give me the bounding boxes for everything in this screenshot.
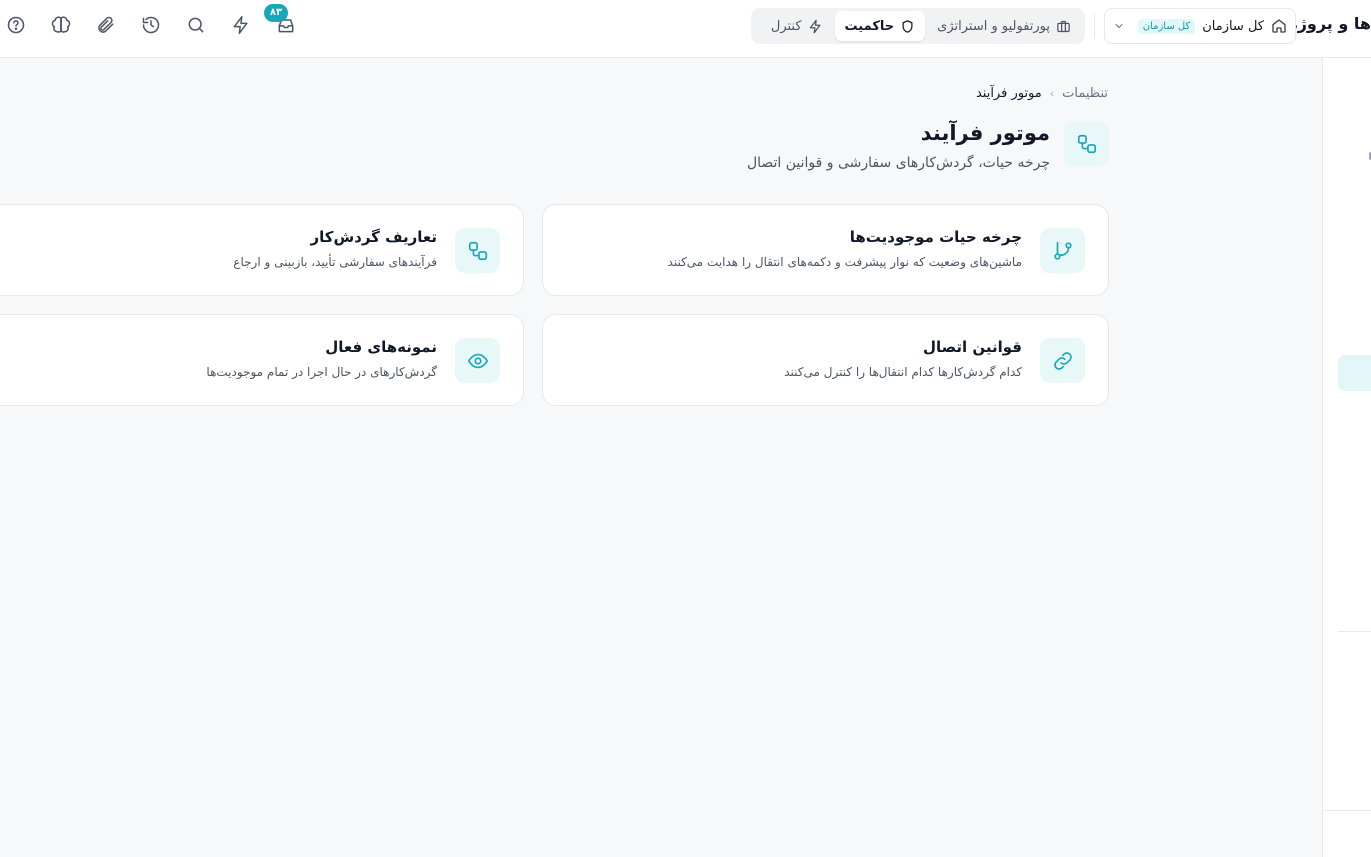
- zap-icon: [233, 15, 248, 35]
- zap-icon: [809, 19, 821, 33]
- card-workflow-definitions[interactable]: تعاریف گردش‌کار فرآیندهای سفارشی تأیید، …: [0, 204, 524, 296]
- search-button[interactable]: [186, 15, 206, 35]
- card-icon: [455, 338, 500, 383]
- sidebar-footer-divider: [1323, 810, 1371, 811]
- scope-label: کل سازمان: [1202, 18, 1264, 34]
- header-divider: [1094, 14, 1095, 38]
- page-icon: [1064, 121, 1109, 166]
- breadcrumb-settings-link[interactable]: تنظیمات: [1062, 86, 1108, 101]
- workflow-icon: [1077, 134, 1096, 153]
- quick-actions-button[interactable]: [231, 15, 251, 35]
- card-icon: [1040, 338, 1085, 383]
- search-icon: [188, 17, 204, 33]
- page-subtitle: چرخه حیات، گردش‌کارهای سفارشی و قوانین ا…: [746, 155, 1050, 171]
- link-icon: [1053, 351, 1072, 370]
- tab-control[interactable]: کنترل: [761, 11, 833, 41]
- tab-control-label: کنترل: [770, 18, 802, 34]
- git-branch-icon: [1053, 241, 1072, 260]
- card-icon: [455, 228, 500, 273]
- card-title: چرخه حیات موجودیت‌ها: [849, 228, 1022, 246]
- attachments-button[interactable]: [96, 15, 116, 35]
- scope-selector[interactable]: کل سازمان کل سازمان: [1104, 8, 1296, 44]
- paperclip-icon: [98, 16, 114, 33]
- ai-assistant-button[interactable]: [51, 15, 71, 35]
- card-description: کدام گردش‌کارها کدام انتقال‌ها را کنترل …: [784, 365, 1022, 379]
- top-bar: ها و پروژه‌ها کل سازمان کل سازمان پورتفو…: [0, 0, 1371, 58]
- card-title: تعاریف گردش‌کار: [310, 228, 437, 246]
- scope-badge: کل سازمان: [1137, 18, 1196, 34]
- card-icon: [1040, 228, 1085, 273]
- card-description: ماشین‌های وضعیت که نوار پیشرفت و دکمه‌ها…: [667, 255, 1022, 269]
- breadcrumb-current: موتور فرآیند: [975, 85, 1042, 101]
- shield-icon: [902, 19, 913, 33]
- help-button[interactable]: [6, 15, 26, 35]
- card-description: گردش‌کارهای در حال اجرا در تمام موجودیت‌…: [206, 365, 437, 379]
- sidebar-item-active[interactable]: [1338, 355, 1371, 391]
- card-description: فرآیندهای سفارشی تأیید، بازبینی و ارجاع: [233, 255, 437, 269]
- brain-icon: [51, 16, 71, 33]
- workflow-icon: [468, 241, 487, 260]
- mode-tabs: پورتفولیو و استراتژی حاکمیت کنترل: [751, 8, 1085, 44]
- help-icon: [7, 16, 25, 34]
- sidebar: [1322, 58, 1371, 857]
- history-icon: [142, 16, 160, 34]
- breadcrumb: تنظیمات › موتور فرآیند: [976, 83, 1108, 103]
- inbox-count-badge: ۸۳: [264, 4, 288, 22]
- page-title: موتور فرآیند: [920, 121, 1050, 145]
- sidebar-divider: [1338, 631, 1371, 632]
- card-entity-lifecycle[interactable]: چرخه حیات موجودیت‌ها ماشین‌های وضعیت که …: [542, 204, 1109, 296]
- history-button[interactable]: [141, 15, 161, 35]
- tab-portfolio-strategy[interactable]: پورتفولیو و استراتژی: [927, 11, 1081, 41]
- tab-portfolio-strategy-label: پورتفولیو و استراتژی: [937, 18, 1050, 34]
- eye-icon: [467, 353, 488, 368]
- tab-governance[interactable]: حاکمیت: [834, 11, 926, 41]
- card-title: نمونه‌های فعال: [325, 338, 437, 356]
- tab-governance-label: حاکمیت: [844, 18, 895, 34]
- chevron-down-icon: [1115, 24, 1123, 28]
- briefcase-icon: [1057, 20, 1070, 32]
- home-icon: [1272, 19, 1286, 33]
- card-active-instances[interactable]: نمونه‌های فعال گردش‌کارهای در حال اجرا د…: [0, 314, 524, 406]
- chevron-left-icon: ›: [1049, 86, 1055, 100]
- card-title: قوانین اتصال: [922, 338, 1022, 356]
- card-connection-rules[interactable]: قوانین اتصال کدام گردش‌کارها کدام انتقال…: [542, 314, 1109, 406]
